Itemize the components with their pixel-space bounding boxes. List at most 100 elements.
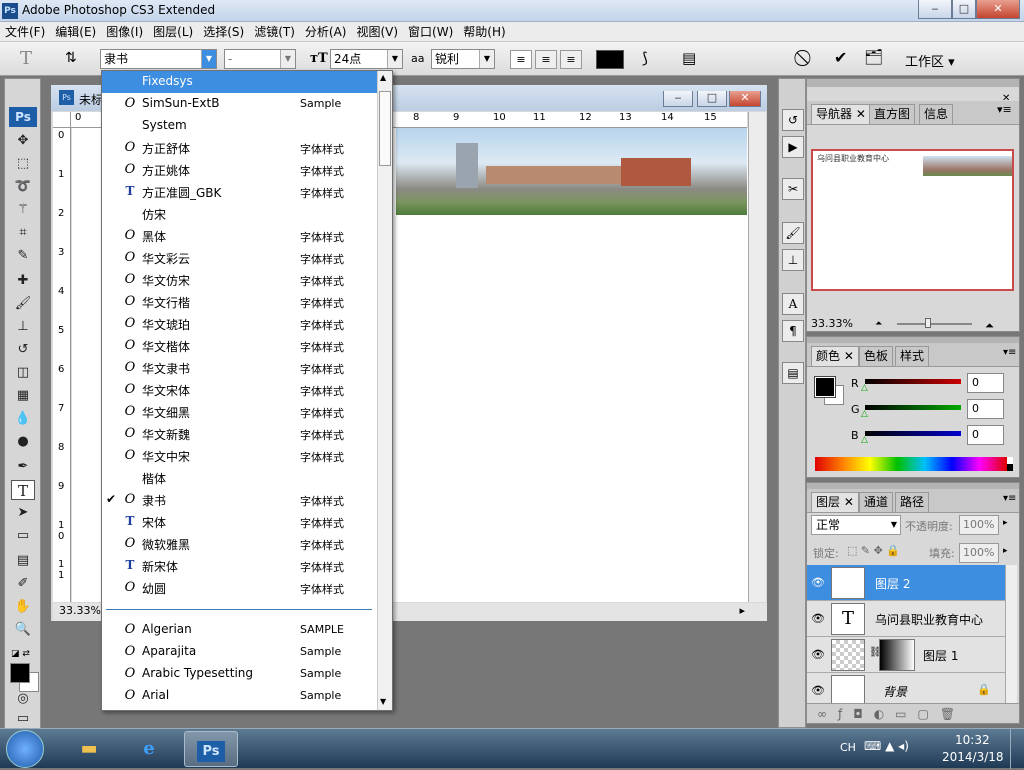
zoom-level[interactable]: 33.33% <box>59 604 101 617</box>
font-list-item[interactable]: O 华文楷体 字体样式 <box>102 335 377 357</box>
lasso-tool-icon[interactable]: ➰ <box>11 177 35 197</box>
commit-check-icon[interactable]: ✔ <box>834 48 847 67</box>
panel-options-icon[interactable]: ▾≡ <box>997 103 1012 116</box>
slider-thumb-icon[interactable]: △ <box>861 383 868 393</box>
document-vertical-scrollbar[interactable] <box>748 112 766 602</box>
font-list-item[interactable]: T 新宋体 字体样式 <box>102 555 377 577</box>
brushes-panel-icon[interactable]: 🖌 <box>782 222 804 244</box>
crop-tool-icon[interactable]: ⌗ <box>11 223 35 243</box>
channel-value-field[interactable]: 0 <box>967 373 1004 393</box>
pen-tool-icon[interactable]: ✒ <box>11 457 35 477</box>
foreground-color-swatch[interactable] <box>10 663 30 683</box>
doc-close-button[interactable]: ✕ <box>729 91 761 107</box>
menu-item[interactable]: 选择(S) <box>198 22 249 42</box>
font-list-item[interactable]: O 华文琥珀 字体样式 <box>102 313 377 335</box>
font-list-item[interactable]: O 方正舒体 字体样式 <box>102 137 377 159</box>
navigator-zoom-value[interactable]: 33.33% <box>811 317 853 330</box>
layer-row[interactable]: 👁 🔒 背景 <box>807 673 1005 703</box>
hand-tool-icon[interactable]: ✋ <box>11 597 35 617</box>
font-list-item[interactable]: O 微软雅黑 字体样式 <box>102 533 377 555</box>
magic-wand-tool-icon[interactable]: ⚚ <box>11 200 35 220</box>
tab-navigator[interactable]: 导航器 ✕ <box>811 104 871 124</box>
scroll-up-arrow[interactable]: ▲ <box>380 73 386 82</box>
gradient-tool-icon[interactable]: ▦ <box>11 386 35 406</box>
font-list-item[interactable]: O 华文宋体 字体样式 <box>102 379 377 401</box>
font-list-item[interactable]: O Aparajita Sample <box>102 641 377 663</box>
tab-paths[interactable]: 路径 <box>895 492 930 512</box>
tab-histogram[interactable]: 直方图 <box>869 104 916 124</box>
font-family-select[interactable]: 隶书 ▼ <box>100 49 217 69</box>
layer-row[interactable]: 👁 ⛓ 图层 1 <box>807 637 1005 673</box>
show-desktop-button[interactable] <box>1010 729 1024 769</box>
zoom-out-icon[interactable]: ⏶ <box>875 319 882 329</box>
fill-arrow-icon[interactable]: ▸ <box>1003 546 1008 556</box>
start-button[interactable] <box>6 730 44 768</box>
actions-panel-icon[interactable]: ▶ <box>782 136 804 158</box>
font-list-item[interactable]: O 华文新魏 字体样式 <box>102 423 377 445</box>
type-tool-preset-icon[interactable]: T <box>20 48 32 69</box>
explorer-taskbar-icon[interactable]: ▬ <box>62 731 116 767</box>
font-list-item[interactable]: O Arial Sample <box>102 685 377 707</box>
font-list-item[interactable]: O 华文彩云 字体样式 <box>102 247 377 269</box>
clock-time[interactable]: 10:32 <box>955 733 990 747</box>
type-tool-icon[interactable]: T <box>11 480 35 500</box>
eraser-tool-icon[interactable]: ◫ <box>11 363 35 383</box>
font-list-item[interactable]: T 宋体 字体样式 <box>102 511 377 533</box>
fill-field[interactable]: 100% <box>959 543 999 563</box>
layer-row[interactable]: 👁 T 图层 2 <box>807 565 1005 601</box>
zoom-slider-thumb[interactable] <box>925 318 931 328</box>
blend-mode-select[interactable]: 正常 ▼ <box>811 515 901 535</box>
tab-styles[interactable]: 样式 <box>895 346 930 366</box>
font-list-scrollbar[interactable]: ▲ ▼ <box>377 71 392 710</box>
font-list-item[interactable]: 仿宋 <box>102 203 377 225</box>
visibility-eye-icon[interactable]: 👁 <box>811 612 825 625</box>
clock-date[interactable]: 2014/3/18 <box>942 750 1004 764</box>
photoshop-taskbar-button[interactable]: Ps <box>184 731 238 767</box>
history-brush-icon[interactable]: ↺ <box>11 340 35 360</box>
font-size-select[interactable]: 24点 ▼ <box>330 49 403 69</box>
align-right-button[interactable]: ≡ <box>560 50 582 69</box>
color-spectrum-ramp[interactable] <box>815 457 1007 471</box>
visibility-eye-icon[interactable]: 👁 <box>811 648 825 661</box>
channel-value-field[interactable]: 0 <box>967 399 1004 419</box>
tool-presets-icon[interactable]: ✂ <box>782 178 804 200</box>
font-list-item[interactable]: System <box>102 115 377 137</box>
clone-stamp-icon[interactable]: ⊥ <box>11 317 35 337</box>
font-list-item[interactable]: T 方正准圆_GBK 字体样式 <box>102 181 377 203</box>
align-center-button[interactable]: ≡ <box>535 50 557 69</box>
palettes-toggle-icon[interactable]: ▤ <box>682 49 696 67</box>
language-indicator[interactable]: CH <box>840 741 856 754</box>
foreground-color-swatch[interactable] <box>814 376 836 398</box>
menu-item[interactable]: 滤镜(T) <box>249 22 300 42</box>
font-list-item[interactable]: O Algerian SAMPLE <box>102 619 377 641</box>
layers-footer-buttons[interactable]: ∞ƒ◘◐▭▢🗑 <box>807 703 1019 723</box>
visibility-eye-icon[interactable]: 👁 <box>811 684 825 697</box>
font-list-item[interactable]: O 华文细黑 字体样式 <box>102 401 377 423</box>
menu-item[interactable]: 视图(V) <box>351 22 403 42</box>
scroll-down-arrow[interactable]: ▼ <box>380 697 386 706</box>
font-family-dropdown[interactable]: Fixedsys O SimSun-ExtB Sample System O 方正舒体 字体样… <box>101 70 393 711</box>
slider-thumb-icon[interactable]: △ <box>861 435 868 445</box>
font-list-item[interactable]: 楷体 <box>102 467 377 489</box>
maximize-button[interactable]: □ <box>952 0 976 19</box>
tab-channels[interactable]: 通道 <box>859 492 894 512</box>
font-list-item[interactable]: ✔ O 隶书 字体样式 <box>102 489 377 511</box>
font-list-item[interactable]: O 华文隶书 字体样式 <box>102 357 377 379</box>
workspace-menu[interactable]: 工作区 ▾ <box>905 51 955 70</box>
layer-mask-thumbnail[interactable] <box>879 639 915 671</box>
warp-text-icon[interactable]: ⟆ <box>642 49 648 67</box>
panel-grip[interactable] <box>807 79 1019 87</box>
slider-thumb-icon[interactable]: △ <box>861 409 868 419</box>
font-list-item[interactable]: O SimSun-ExtB Sample <box>102 93 377 115</box>
ruler-origin[interactable] <box>53 112 71 128</box>
opacity-field[interactable]: 100% <box>959 515 999 535</box>
tab-swatches[interactable]: 色板 <box>859 346 894 366</box>
menu-item[interactable]: 文件(F) <box>0 22 50 42</box>
vertical-ruler[interactable]: 0 1 2 3 4 5 6 7 8 9 1 0 1 1 <box>53 128 71 602</box>
channel-slider[interactable] <box>865 379 961 384</box>
default-colors-icon[interactable]: ◪ ⇄ <box>11 649 30 659</box>
navigator-thumbnail[interactable]: 乌问县职业教育中心 <box>811 149 1014 291</box>
doc-maximize-button[interactable]: □ <box>697 91 727 107</box>
menu-item[interactable]: 图像(I) <box>101 22 148 42</box>
menu-item[interactable]: 编辑(E) <box>50 22 101 42</box>
